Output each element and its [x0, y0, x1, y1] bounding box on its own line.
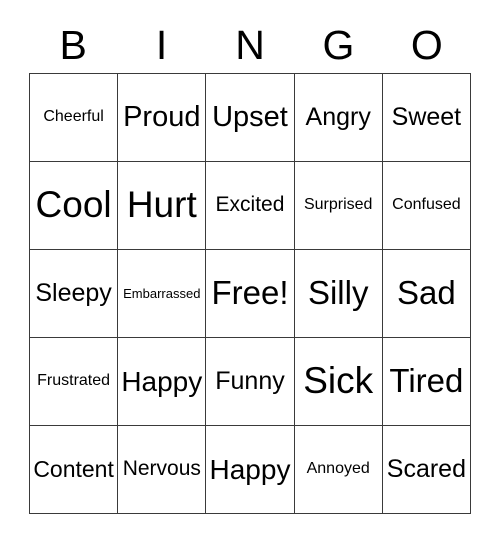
bingo-cell-happy[interactable]: Happy: [118, 338, 207, 426]
bingo-cell-nervous[interactable]: Nervous: [118, 426, 207, 514]
bingo-cell-upset[interactable]: Upset: [206, 74, 295, 162]
bingo-cell-annoyed[interactable]: Annoyed: [294, 426, 383, 514]
bingo-cell-label: Sleepy: [35, 279, 112, 308]
bingo-cell-confused[interactable]: Confused: [382, 162, 471, 250]
bingo-cell-sick[interactable]: Sick: [294, 338, 383, 426]
bingo-cell-label: Hurt: [126, 184, 197, 226]
bingo-cell-scared[interactable]: Scared: [382, 426, 471, 514]
bingo-cell-label: Cheerful: [43, 108, 104, 126]
bingo-cell-sleepy[interactable]: Sleepy: [30, 250, 119, 338]
bingo-cell-excited[interactable]: Excited: [206, 162, 295, 250]
bingo-cell-embarrassed[interactable]: Embarrassed: [118, 250, 207, 338]
bingo-cell-label: Sad: [397, 274, 456, 312]
bingo-cell-label: Frustrated: [37, 372, 111, 390]
bingo-cell-tired[interactable]: Tired: [382, 338, 471, 426]
bingo-header-letter-g: G: [322, 22, 355, 68]
bingo-cell-cheerful[interactable]: Cheerful: [30, 74, 119, 162]
bingo-cell-cool[interactable]: Cool: [30, 162, 119, 250]
bingo-cell-label: Sweet: [391, 103, 462, 132]
bingo-grid: Cheerful Proud Upset Angry Sweet Cool Hurt Exci…: [29, 73, 471, 514]
bingo-cell-label: Cool: [35, 184, 112, 226]
bingo-cell-sweet[interactable]: Sweet: [382, 74, 471, 162]
bingo-cell-label: Angry: [305, 103, 371, 132]
bingo-cell-label: Free!: [211, 274, 289, 312]
bingo-cell-label: Content: [33, 456, 114, 483]
bingo-cell-label: Sick: [303, 360, 374, 402]
bingo-cell-label: Tired: [389, 362, 464, 400]
bingo-cell-angry[interactable]: Angry: [294, 74, 383, 162]
bingo-cell-label: Upset: [212, 101, 288, 134]
bingo-cell-label: Surprised: [303, 196, 373, 214]
bingo-cell-funny[interactable]: Funny: [206, 338, 295, 426]
bingo-cell-surprised[interactable]: Surprised: [294, 162, 383, 250]
bingo-header-row: BINGO: [29, 18, 471, 73]
bingo-header-letter-b: B: [59, 22, 87, 68]
bingo-header-letter-o: O: [410, 22, 443, 68]
bingo-cell-label: Embarrassed: [123, 285, 201, 301]
bingo-cell-frustrated[interactable]: Frustrated: [30, 338, 119, 426]
bingo-cell-hurt[interactable]: Hurt: [118, 162, 207, 250]
bingo-cell-label: Excited: [215, 193, 285, 217]
bingo-cell-proud[interactable]: Proud: [118, 74, 207, 162]
bingo-cell-label: Confused: [392, 196, 461, 214]
bingo-cell-label: Funny: [215, 367, 285, 396]
bingo-cell-label: Silly: [307, 274, 369, 312]
bingo-cell-sad[interactable]: Sad: [382, 250, 471, 338]
bingo-cell-label: Nervous: [122, 457, 201, 481]
bingo-cell-label: Proud: [123, 101, 201, 134]
bingo-cell-label: Happy: [209, 453, 291, 485]
bingo-cell-silly[interactable]: Silly: [294, 250, 383, 338]
bingo-header-letter-n: N: [235, 22, 265, 68]
bingo-cell-free[interactable]: Free!: [206, 250, 295, 338]
bingo-header-letter-i: I: [155, 22, 168, 68]
bingo-cell-content[interactable]: Content: [30, 426, 119, 514]
bingo-cell-label: Happy: [121, 365, 203, 397]
bingo-cell-label: Annoyed: [306, 460, 370, 478]
bingo-cell-happy[interactable]: Happy: [206, 426, 295, 514]
bingo-card: B I N G O Cheerful Proud Upset Angry Sweet Cool Hu…: [0, 0, 500, 544]
bingo-cell-label: Scared: [386, 455, 466, 484]
